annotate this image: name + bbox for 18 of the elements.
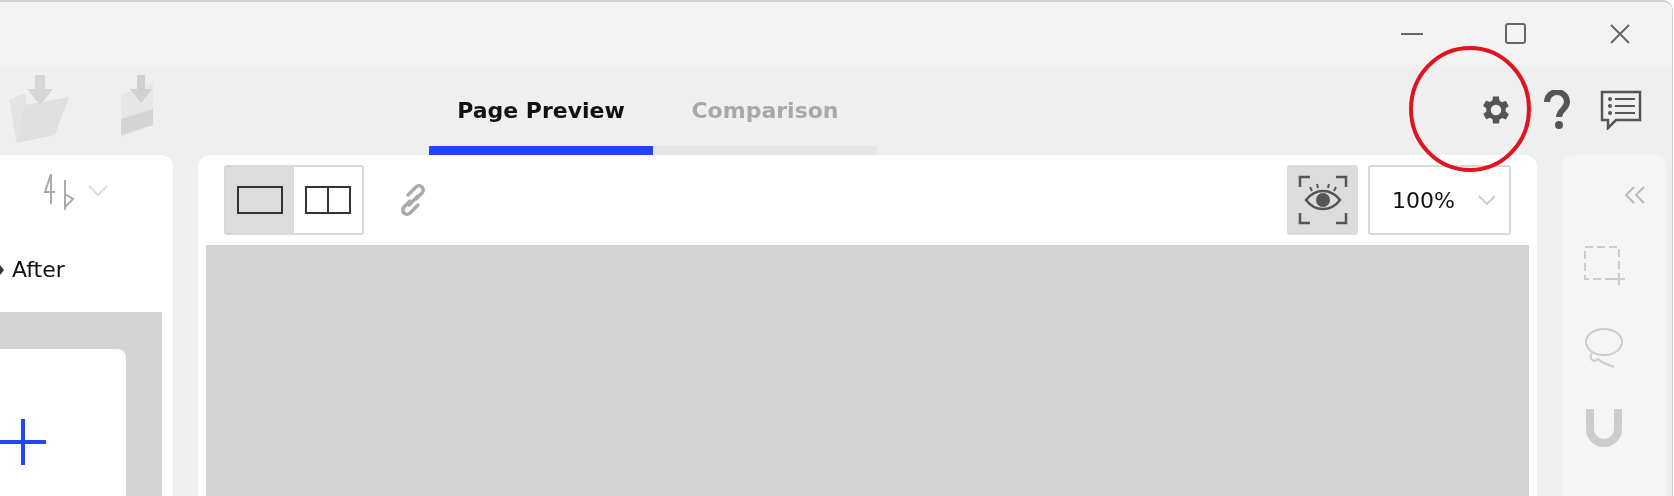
chevron-down-icon <box>1477 194 1497 206</box>
lasso-icon[interactable] <box>1584 327 1624 369</box>
help-icon[interactable] <box>1544 90 1570 130</box>
collapse-icon[interactable] <box>1624 185 1646 205</box>
split-view-icon <box>305 186 351 214</box>
selection-icon[interactable] <box>1583 245 1625 287</box>
chevron-down-icon[interactable] <box>87 184 109 198</box>
plus-icon <box>0 419 46 465</box>
single-view-button[interactable] <box>226 167 294 233</box>
feedback-icon[interactable] <box>1600 90 1642 130</box>
single-view-icon <box>237 186 283 214</box>
eye-toggle-button[interactable] <box>1287 165 1358 235</box>
zoom-select[interactable]: 100% <box>1368 165 1511 235</box>
panel-label: After <box>12 257 65 282</box>
maximize-icon <box>1505 22 1527 45</box>
close-icon <box>1609 22 1631 45</box>
caret-icon <box>0 264 4 275</box>
magnet-icon[interactable] <box>1586 409 1622 447</box>
